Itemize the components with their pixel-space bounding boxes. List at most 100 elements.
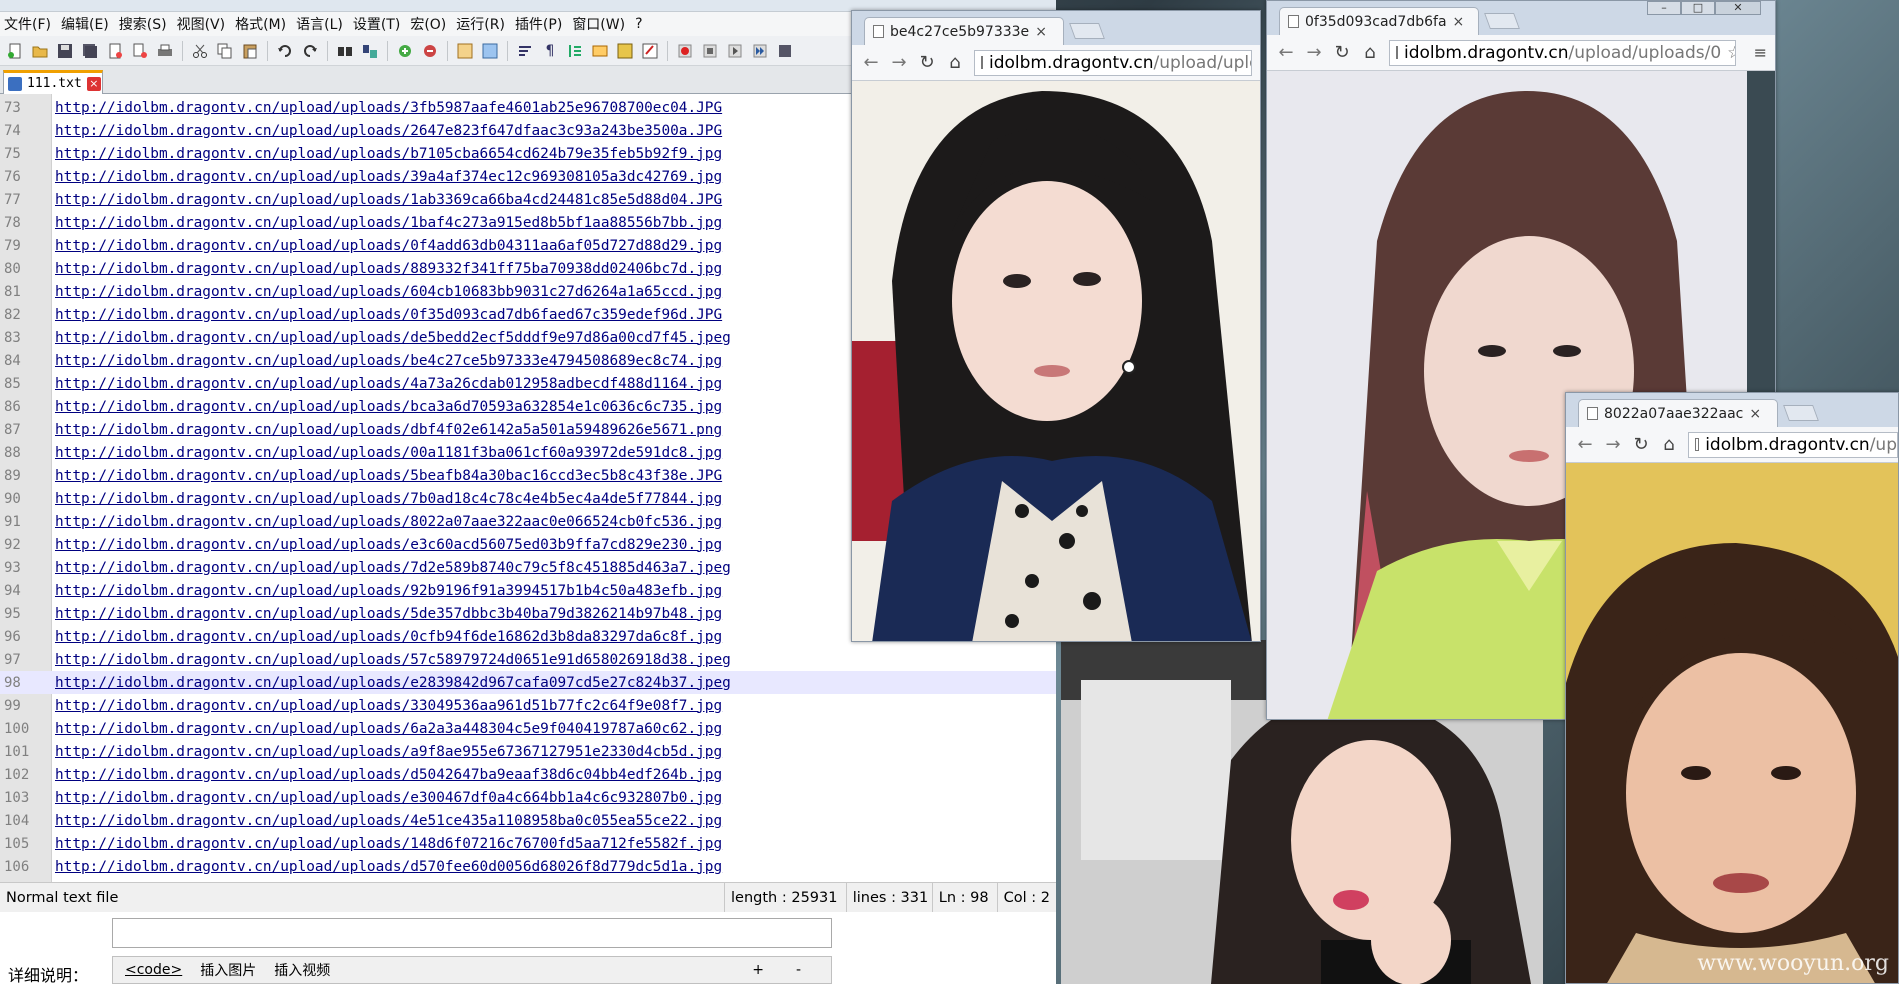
url-link[interactable]: http://idolbm.dragontv.cn/upload/uploads… [52, 468, 722, 484]
copy-icon[interactable] [214, 40, 236, 62]
replace-icon[interactable] [359, 40, 381, 62]
bookmark-star-icon[interactable]: ☆ [1727, 43, 1734, 63]
udl-icon[interactable] [589, 40, 611, 62]
title-input[interactable] [112, 918, 832, 948]
close-all-icon[interactable] [129, 40, 151, 62]
address-bar[interactable]: idolbm.dragontv.cn/upload/uploa [974, 49, 1252, 76]
url-link[interactable]: http://idolbm.dragontv.cn/upload/uploads… [52, 583, 722, 599]
insert-code-button[interactable]: <code> [125, 962, 182, 978]
url-link[interactable]: http://idolbm.dragontv.cn/upload/uploads… [52, 560, 731, 576]
print-icon[interactable] [154, 40, 176, 62]
run-macro-multiple-icon[interactable] [749, 40, 771, 62]
url-link[interactable]: http://idolbm.dragontv.cn/upload/uploads… [52, 514, 722, 530]
menu-format[interactable]: 格式(M) [235, 14, 286, 34]
url-link[interactable]: http://idolbm.dragontv.cn/upload/uploads… [52, 537, 722, 553]
back-icon[interactable]: ← [1277, 42, 1295, 63]
url-link[interactable]: http://idolbm.dragontv.cn/upload/uploads… [52, 790, 722, 806]
url-link[interactable]: http://idolbm.dragontv.cn/upload/uploads… [52, 261, 722, 277]
url-link[interactable]: http://idolbm.dragontv.cn/upload/uploads… [52, 146, 722, 162]
menu-settings[interactable]: 设置(T) [353, 14, 400, 34]
editor-line[interactable]: 105 http://idolbm.dragontv.cn/upload/uplo… [0, 832, 1056, 855]
reload-icon[interactable]: ↻ [1632, 434, 1650, 455]
sync-vertical-icon[interactable] [454, 40, 476, 62]
reload-icon[interactable]: ↻ [918, 52, 936, 73]
home-icon[interactable]: ⌂ [1660, 434, 1678, 455]
save-icon[interactable] [54, 40, 76, 62]
paste-icon[interactable] [239, 40, 261, 62]
new-tab-button[interactable] [1783, 405, 1819, 421]
url-link[interactable]: http://idolbm.dragontv.cn/upload/uploads… [52, 399, 722, 415]
url-link[interactable]: http://idolbm.dragontv.cn/upload/uploads… [52, 192, 722, 208]
save-macro-icon[interactable] [774, 40, 796, 62]
home-icon[interactable]: ⌂ [946, 52, 964, 73]
undo-icon[interactable] [274, 40, 296, 62]
close-file-icon[interactable] [104, 40, 126, 62]
function-list-icon[interactable] [639, 40, 661, 62]
forward-icon[interactable]: → [1305, 42, 1323, 63]
address-bar[interactable]: idolbm.dragontv.cn/up [1688, 431, 1898, 458]
url-link[interactable]: http://idolbm.dragontv.cn/upload/uploads… [52, 859, 722, 875]
url-link[interactable]: http://idolbm.dragontv.cn/upload/uploads… [52, 698, 722, 714]
url-link[interactable]: http://idolbm.dragontv.cn/upload/uploads… [52, 721, 722, 737]
url-link[interactable]: http://idolbm.dragontv.cn/upload/uploads… [52, 100, 722, 116]
url-link[interactable]: http://idolbm.dragontv.cn/upload/uploads… [52, 284, 722, 300]
reload-icon[interactable]: ↻ [1333, 42, 1351, 63]
menu-view[interactable]: 视图(V) [177, 14, 226, 34]
menu-file[interactable]: 文件(F) [4, 14, 51, 34]
url-link[interactable]: http://idolbm.dragontv.cn/upload/uploads… [52, 767, 722, 783]
url-link[interactable]: http://idolbm.dragontv.cn/upload/uploads… [52, 238, 722, 254]
sync-horizontal-icon[interactable] [479, 40, 501, 62]
menu-plugins[interactable]: 插件(P) [515, 14, 562, 34]
editor-line[interactable]: 102 http://idolbm.dragontv.cn/upload/uplo… [0, 763, 1056, 786]
url-link[interactable]: http://idolbm.dragontv.cn/upload/uploads… [52, 123, 722, 139]
editor-line[interactable]: 103 http://idolbm.dragontv.cn/upload/uplo… [0, 786, 1056, 809]
url-link[interactable]: http://idolbm.dragontv.cn/upload/uploads… [52, 652, 731, 668]
zoom-out-icon[interactable] [419, 40, 441, 62]
editor-line[interactable]: 100 http://idolbm.dragontv.cn/upload/uplo… [0, 717, 1056, 740]
menu-edit[interactable]: 编辑(E) [61, 14, 109, 34]
browser-tab[interactable]: be4c27ce5b97333e × [864, 17, 1064, 45]
minimize-button[interactable]: – [1647, 1, 1681, 15]
url-link[interactable]: http://idolbm.dragontv.cn/upload/uploads… [52, 629, 722, 645]
zoom-in-icon[interactable] [394, 40, 416, 62]
maximize-button[interactable]: □ [1681, 1, 1715, 15]
open-file-icon[interactable] [29, 40, 51, 62]
url-link[interactable]: http://idolbm.dragontv.cn/upload/uploads… [52, 491, 722, 507]
editor-line[interactable]: 98 http://idolbm.dragontv.cn/upload/uploa… [0, 671, 1056, 694]
tab-111-txt[interactable]: 111.txt × [3, 70, 103, 94]
word-wrap-icon[interactable] [514, 40, 536, 62]
new-tab-button[interactable] [1484, 13, 1520, 29]
insert-image-button[interactable]: 插入图片 [200, 960, 256, 980]
close-tab-icon[interactable]: × [1749, 406, 1761, 422]
forward-icon[interactable]: → [890, 52, 908, 73]
url-link[interactable]: http://idolbm.dragontv.cn/upload/uploads… [52, 744, 722, 760]
close-tab-icon[interactable]: × [1453, 14, 1465, 30]
menu-run[interactable]: 运行(R) [456, 14, 505, 34]
doc-map-icon[interactable] [614, 40, 636, 62]
cut-icon[interactable] [189, 40, 211, 62]
editor-line[interactable]: 106 http://idolbm.dragontv.cn/upload/uplo… [0, 855, 1056, 878]
editor-line[interactable]: 104 http://idolbm.dragontv.cn/upload/uplo… [0, 809, 1056, 832]
browser-tab[interactable]: 0f35d093cad7db6fa × [1279, 7, 1479, 35]
url-link[interactable]: http://idolbm.dragontv.cn/upload/uploads… [52, 422, 722, 438]
address-bar[interactable]: idolbm.dragontv.cn/upload/uploads/0 ☆ [1389, 39, 1736, 66]
collapse-button[interactable]: - [796, 962, 801, 978]
save-all-icon[interactable] [79, 40, 101, 62]
url-link[interactable]: http://idolbm.dragontv.cn/upload/uploads… [52, 675, 731, 691]
close-window-button[interactable]: ✕ [1715, 1, 1761, 15]
menu-macro[interactable]: 宏(O) [410, 14, 446, 34]
url-link[interactable]: http://idolbm.dragontv.cn/upload/uploads… [52, 330, 731, 346]
editor-line[interactable]: 99 http://idolbm.dragontv.cn/upload/uploa… [0, 694, 1056, 717]
url-link[interactable]: http://idolbm.dragontv.cn/upload/uploads… [52, 215, 722, 231]
chrome-menu-icon[interactable]: ≡ [1754, 43, 1767, 62]
menu-search[interactable]: 搜索(S) [119, 14, 167, 34]
insert-video-button[interactable]: 插入视频 [274, 960, 330, 980]
home-icon[interactable]: ⌂ [1361, 42, 1379, 63]
close-tab-icon[interactable]: × [1035, 24, 1047, 40]
back-icon[interactable]: ← [1576, 434, 1594, 455]
browser-tab[interactable]: 8022a07aae322aac × [1578, 399, 1778, 427]
expand-button[interactable]: + [752, 962, 764, 978]
new-file-icon[interactable] [4, 40, 26, 62]
url-link[interactable]: http://idolbm.dragontv.cn/upload/uploads… [52, 169, 722, 185]
record-macro-icon[interactable] [674, 40, 696, 62]
